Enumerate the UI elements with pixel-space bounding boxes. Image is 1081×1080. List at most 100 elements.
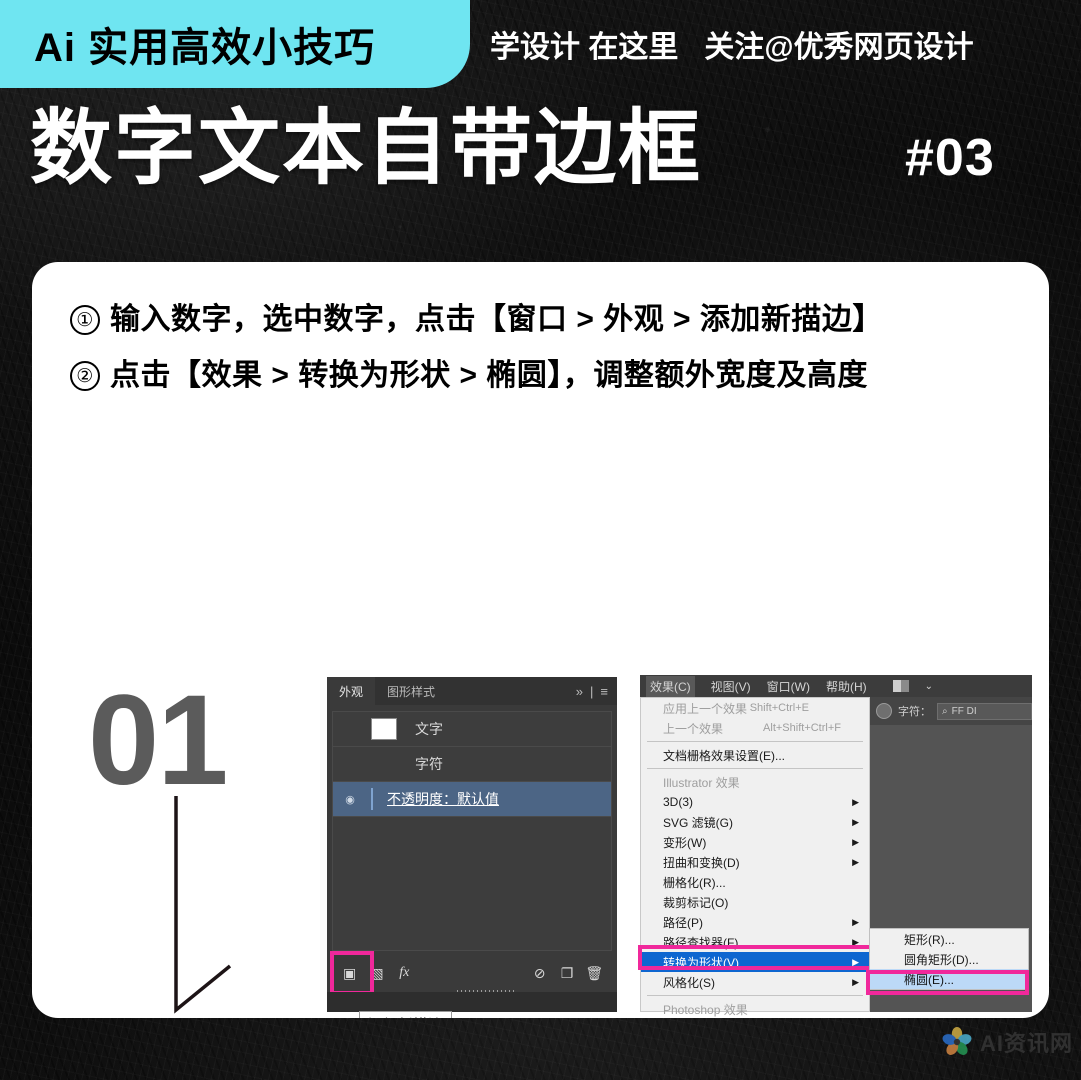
divider: | — [590, 683, 594, 699]
menu-item-label: 裁剪标记(O) — [663, 895, 729, 910]
header-tag-label: Ai 实用高效小技巧 — [34, 26, 376, 70]
promo-text-1: 学设计 在这里 — [490, 31, 679, 64]
clear-appearance-icon[interactable]: ⊘ — [528, 960, 551, 986]
menu-item-label: 风格化(S) — [663, 975, 715, 990]
highlight-convert-to-shape — [638, 945, 874, 970]
submenu-arrow-icon: ▶ — [852, 916, 859, 927]
appearance-thumb-icon[interactable] — [876, 703, 892, 719]
menu-view[interactable]: 视图(V) — [711, 678, 751, 695]
row-label: 不透明度：默认值 — [387, 791, 499, 807]
appearance-tabbar: 外观 图形样式 » | ≡ — [327, 677, 617, 705]
menu-section-header: Illustrator 效果 — [641, 772, 869, 792]
effect-dropdown-menu: 应用上一个效果 Shift+Ctrl+E 上一个效果 Alt+Shift+Ctr… — [638, 697, 874, 1017]
menu-item-label: 应用上一个效果 — [663, 701, 748, 716]
character-control-bar: 字符： ⌕ FF DI — [870, 697, 1032, 725]
menu-item[interactable]: 3D(3) ▶ — [641, 792, 869, 812]
duplicate-item-icon[interactable]: ❐ — [555, 960, 578, 986]
watermark: AI资讯网 — [942, 1026, 1073, 1058]
menu-divider — [647, 768, 863, 769]
menu-item[interactable]: 变形(W) ▶ — [641, 832, 869, 852]
step-2-marker: ② — [70, 361, 100, 391]
font-family-field[interactable]: ⌕ FF DI — [937, 702, 1032, 720]
collapse-icon[interactable]: » — [576, 684, 583, 699]
menu-item[interactable]: 上一个效果 Alt+Shift+Ctrl+F — [641, 718, 869, 738]
arrow-down-icon — [174, 796, 232, 1014]
trash-icon[interactable]: 🗑 — [583, 960, 606, 986]
fill-swatch[interactable] — [371, 718, 397, 740]
menu-item-shortcut: Shift+Ctrl+E — [749, 702, 809, 714]
menu-item-label: Illustrator 效果 — [663, 775, 740, 790]
menu-item[interactable]: 栅格化(R)... — [641, 872, 869, 892]
submenu-item-label: 圆角矩形(D)... — [904, 952, 979, 967]
menu-section-header: Photoshop 效果 — [641, 999, 869, 1018]
menu-item[interactable]: 文档栅格效果设置(E)... — [641, 745, 869, 765]
character-label: 字符： — [898, 706, 931, 718]
menu-item[interactable]: 路径(P) ▶ — [641, 912, 869, 932]
step-1-marker: ① — [70, 305, 100, 335]
menu-item-label: 变形(W) — [663, 835, 707, 850]
submenu-item-rounded-rectangle[interactable]: 圆角矩形(D)... — [870, 949, 1028, 969]
chevron-down-icon[interactable]: ⌄ — [925, 681, 933, 692]
issue-number: #03 — [905, 129, 995, 187]
step-number-graphic: 01 — [88, 669, 228, 812]
table-row[interactable]: 文字 — [333, 712, 611, 747]
page-title: 数字文本自带边框 — [30, 103, 703, 194]
tab-appearance[interactable]: 外观 — [327, 677, 376, 705]
menu-item-label: 路径(P) — [663, 915, 703, 930]
eye-icon[interactable]: ◉ — [333, 793, 367, 806]
panel-bottom-bar — [327, 992, 617, 1012]
flower-logo-icon — [942, 1027, 972, 1055]
table-row[interactable]: 字符 — [333, 747, 611, 782]
fx-icon[interactable]: fx — [393, 960, 416, 986]
submenu-arrow-icon: ▶ — [852, 976, 859, 987]
tab-graphic-styles[interactable]: 图形样式 — [375, 677, 447, 705]
content-card: ① 输入数字，选中数字，点击【窗口 > 外观 > 添加新描边】 ② 点击【效果 > … — [32, 262, 1049, 1018]
selection-bar — [371, 788, 373, 810]
menu-help[interactable]: 帮助(H) — [826, 678, 867, 695]
menu-item-label: 3D(3) — [663, 795, 694, 809]
highlight-ellipse — [866, 970, 1029, 995]
menu-item[interactable]: 应用上一个效果 Shift+Ctrl+E — [641, 698, 869, 718]
step-2-text: 点击【效果 > 转换为形状 > 椭圆】，调整额外宽度及高度 — [110, 359, 868, 392]
arrange-documents-icon[interactable] — [892, 680, 909, 692]
panel-menu-icon[interactable]: ≡ — [600, 684, 608, 699]
header-promo: 学设计 在这里 关注@优秀网页设计 — [490, 0, 974, 88]
menu-item-label: 文档栅格效果设置(E)... — [663, 748, 785, 763]
menu-item-label: Photoshop 效果 — [663, 1002, 748, 1017]
promo-text-2: 关注@优秀网页设计 — [704, 31, 974, 64]
appearance-attribute-list: 文字 字符 ◉ 不透明度：默认值 — [332, 711, 612, 951]
step-1-line: ① 输入数字，选中数字，点击【窗口 > 外观 > 添加新描边】 — [70, 294, 883, 338]
table-row[interactable]: ◉ 不透明度：默认值 — [333, 782, 611, 817]
menu-item-label: 栅格化(R)... — [663, 875, 726, 890]
menu-item[interactable]: 风格化(S) ▶ — [641, 972, 869, 992]
menu-item-label: 上一个效果 — [663, 721, 724, 736]
row-label: 文字 — [415, 721, 443, 737]
submenu-arrow-icon: ▶ — [852, 836, 859, 847]
submenu-arrow-icon: ▶ — [852, 816, 859, 827]
appearance-panel: 外观 图形样式 » | ≡ 文字 字符 ◉ 不透明度：默认值 ▣ ▧ fx ⊘ … — [327, 677, 617, 1018]
menu-window[interactable]: 窗口(W) — [767, 678, 810, 695]
menu-item[interactable]: 扭曲和变换(D) ▶ — [641, 852, 869, 872]
submenu-item-rectangle[interactable]: 矩形(R)... — [870, 929, 1028, 949]
step-1-text: 输入数字，选中数字，点击【窗口 > 外观 > 添加新描边】 — [110, 303, 883, 336]
appearance-toolbar: ▣ ▧ fx ⊘ ❐ 🗑 — [332, 956, 612, 990]
watermark-text: AI资讯网 — [979, 1031, 1073, 1056]
effects-menu-screenshot: 效果(C) 视图(V) 窗口(W) 帮助(H) ⌄ 字符： ⌕ FF DI 应用… — [638, 675, 1032, 1017]
menu-item-shortcut: Alt+Shift+Ctrl+F — [763, 722, 841, 734]
step-2-line: ② 点击【效果 > 转换为形状 > 椭圆】，调整额外宽度及高度 — [70, 350, 868, 394]
menu-item[interactable]: SVG 滤镜(G) ▶ — [641, 812, 869, 832]
menu-divider — [647, 741, 863, 742]
submenu-item-label: 矩形(R)... — [904, 932, 955, 947]
menubar: 效果(C) 视图(V) 窗口(W) 帮助(H) ⌄ — [640, 675, 1032, 697]
search-icon: ⌕ — [942, 705, 948, 717]
menu-item[interactable]: 裁剪标记(O) — [641, 892, 869, 912]
menu-effect[interactable]: 效果(C) — [646, 675, 695, 697]
highlight-add-stroke — [330, 951, 374, 995]
convert-to-shape-submenu: 矩形(R)... 圆角矩形(D)... 椭圆(E)... — [866, 928, 1029, 995]
menu-item-label: SVG 滤镜(G) — [663, 815, 734, 830]
header: Ai 实用高效小技巧 学设计 在这里 关注@优秀网页设计 数字文本自带边框 #0… — [0, 0, 1081, 240]
menu-divider — [647, 995, 863, 996]
appearance-panel-controls: » | ≡ — [576, 677, 617, 705]
font-value: FF DI — [951, 705, 977, 717]
menu-item-label: 扭曲和变换(D) — [663, 855, 740, 870]
